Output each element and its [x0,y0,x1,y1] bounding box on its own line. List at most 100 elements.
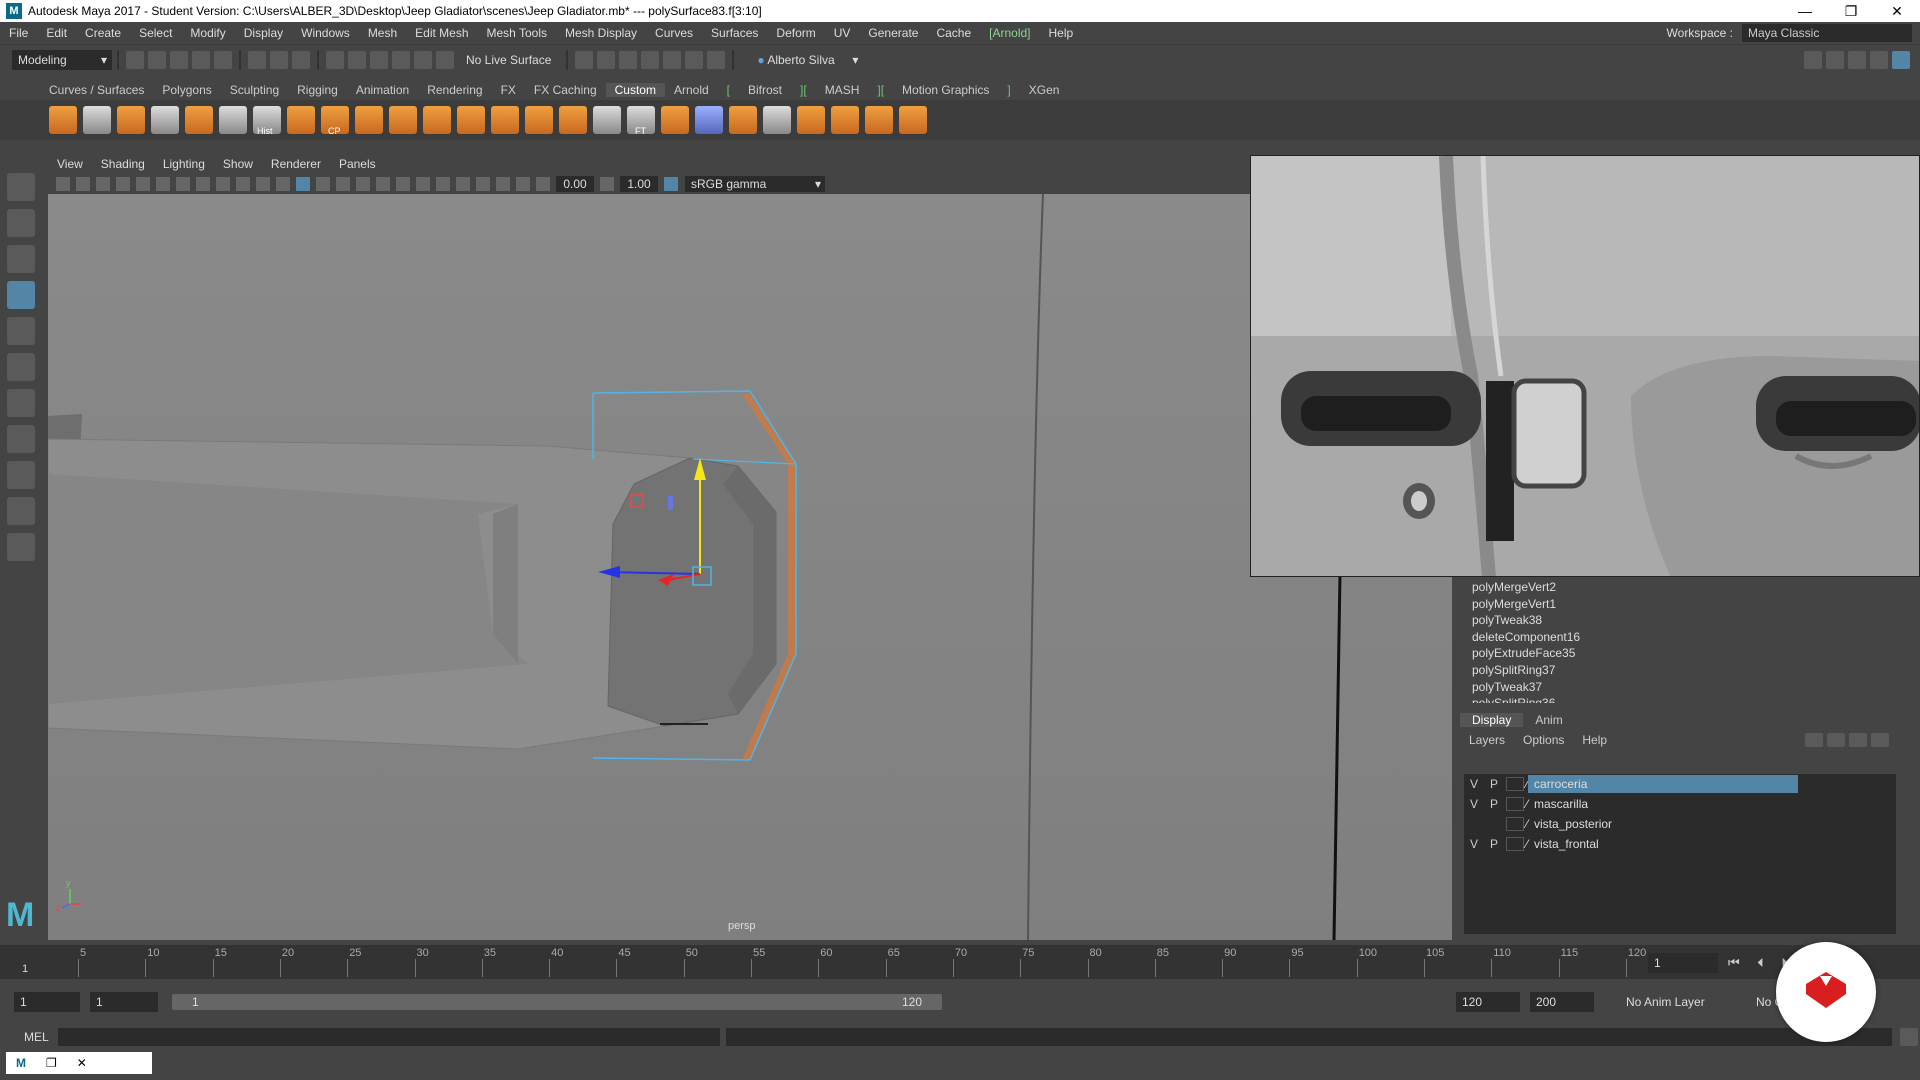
tab-curves-surfaces[interactable]: Curves / Surfaces [40,83,153,97]
tab-rigging[interactable]: Rigging [288,83,347,97]
time-slider[interactable]: 5 10 15 20 25 30 35 40 45 50 55 60 65 70 75 80 85 90 95 100… [0,945,1920,979]
center-pivot-icon[interactable]: CP [321,106,349,136]
hypershade-icon[interactable] [663,50,682,69]
layer-name[interactable]: carroceria [1528,775,1799,793]
menu-windows[interactable]: Windows [292,26,359,40]
attribute-editor-icon[interactable] [1826,50,1844,69]
layer-row[interactable]: V P ⁄ mascarilla [1464,794,1896,814]
layer-playback-toggle[interactable]: P [1484,797,1504,811]
exposure-icon[interactable] [536,177,550,191]
layer-row[interactable]: ⁄ vista_posterior [1464,814,1896,834]
command-input[interactable] [58,1028,720,1046]
rotate-tool-icon[interactable] [7,317,35,345]
extrude-icon[interactable] [117,106,145,134]
delete-edge-icon[interactable] [219,106,247,134]
motion-blur-icon[interactable] [416,177,430,191]
menu-help[interactable]: Help [1040,26,1083,40]
tab-fx[interactable]: FX [492,83,525,97]
sphere-icon[interactable] [525,106,553,134]
tab-custom[interactable]: Custom [605,83,665,97]
layer-color-swatch[interactable] [1506,797,1524,811]
gamma-icon[interactable] [600,177,614,191]
menu-file[interactable]: File [0,26,37,40]
script-editor-icon[interactable] [1900,1028,1918,1046]
camera-attrs-icon[interactable] [76,177,90,191]
manip-plane-handle[interactable] [668,496,673,510]
two-view-icon[interactable] [7,497,35,525]
wireframe-icon[interactable] [276,177,290,191]
minimized-window[interactable]: M ❐ ✕ [6,1052,152,1074]
camera-select-icon[interactable] [56,177,70,191]
uv-editor-icon[interactable] [695,106,723,134]
layer-color-swatch[interactable] [1506,777,1524,791]
xray-joints-icon[interactable] [496,177,510,191]
close-mini-button[interactable]: ✕ [67,1056,97,1070]
menu-edit-mesh[interactable]: Edit Mesh [406,26,477,40]
tab-rendering[interactable]: Rendering [418,83,491,97]
select-tool-icon[interactable] [7,173,35,201]
torus-icon[interactable] [831,106,859,134]
layer-visibility-toggle[interactable]: V [1464,797,1484,811]
playback-start-field[interactable]: 1 [90,992,158,1012]
exposure-field[interactable]: 0.00 [556,176,594,192]
layer-row[interactable]: V P ⁄ vista_frontal [1464,834,1896,854]
tab-display[interactable]: Display [1460,713,1524,727]
menu-mesh-display[interactable]: Mesh Display [556,26,646,40]
move-layer-down-icon[interactable] [1827,733,1845,747]
diamond-icon[interactable] [661,106,689,134]
tab-animation[interactable]: Animation [347,83,418,97]
draw-curve-icon[interactable] [593,106,621,134]
freeze-transform-icon[interactable]: FT [627,106,655,136]
menu-edit[interactable]: Edit [37,26,76,40]
bridge-icon[interactable] [185,106,213,134]
layer-name[interactable]: mascarilla [1528,795,1798,813]
last-tool-icon[interactable] [7,389,35,417]
live-surface-label[interactable]: No Live Surface [466,53,551,67]
field-chart-icon[interactable] [216,177,230,191]
lattice-icon[interactable] [899,106,927,134]
restore-mini-button[interactable]: ❐ [36,1056,67,1070]
multi-cut-icon[interactable] [151,106,179,134]
save-scene-icon[interactable] [170,50,188,69]
paint-select-icon[interactable] [7,245,35,273]
history-node[interactable]: polySplitRing36 [1460,695,1900,703]
history-node[interactable]: polyExtrudeFace35 [1460,645,1900,662]
history-node[interactable]: polyTweak37 [1460,679,1900,696]
select-hierarchy-icon[interactable] [248,50,266,69]
menu-create[interactable]: Create [76,26,130,40]
scene-start-field[interactable]: 1 [14,992,80,1012]
merge-icon[interactable] [287,106,315,134]
reference-image-window[interactable] [1250,155,1920,577]
snap-point-icon[interactable] [370,50,388,69]
move-tool-icon[interactable] [7,281,35,309]
layer-playback-toggle[interactable]: P [1484,777,1504,791]
layer-editor-icon[interactable] [1892,50,1910,69]
command-language-label[interactable]: MEL [0,1030,58,1044]
new-layer-icon[interactable] [1849,733,1867,747]
panel-menu-lighting[interactable]: Lighting [154,157,214,171]
snap-view-icon[interactable] [392,50,410,69]
edge-loop-icon[interactable] [763,106,791,134]
anti-alias-icon[interactable] [436,177,450,191]
open-scene-icon[interactable] [148,50,166,69]
xray-components-icon[interactable] [516,177,530,191]
pipe-icon[interactable] [865,106,893,134]
channel-box-icon[interactable] [1870,50,1888,69]
render-settings-icon[interactable] [641,50,660,69]
perspective-viewport[interactable]: y x persp [48,194,1452,940]
tab-fx-caching[interactable]: FX Caching [525,83,606,97]
restore-button[interactable]: ❐ [1828,3,1874,20]
menu-mesh-tools[interactable]: Mesh Tools [478,26,556,40]
gate-mask-icon[interactable] [196,177,210,191]
select-component-icon[interactable] [292,50,310,69]
playback-end-field[interactable]: 120 [1456,992,1520,1012]
wireframe-on-shaded-icon[interactable] [316,177,330,191]
panel-menu-renderer[interactable]: Renderer [262,157,330,171]
user-account-dropdown[interactable]: ● Alberto Silva [751,49,864,70]
menu-display[interactable]: Display [235,26,292,40]
redo-icon[interactable] [214,50,232,69]
menu-arnold[interactable]: [Arnold] [980,26,1039,40]
layer-visibility-toggle[interactable]: V [1464,777,1484,791]
menu-modify[interactable]: Modify [181,26,234,40]
select-object-icon[interactable] [270,50,288,69]
